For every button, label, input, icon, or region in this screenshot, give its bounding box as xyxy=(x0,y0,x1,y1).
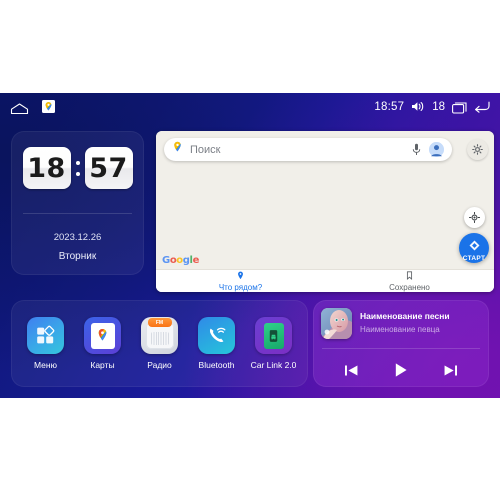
maps-icon xyxy=(84,317,121,354)
status-time: 18:57 xyxy=(374,100,405,113)
pin-icon xyxy=(237,271,244,282)
google-logo: Google xyxy=(162,255,199,266)
app-car-link-label: Car Link 2.0 xyxy=(250,360,297,370)
flip-clock: 18 57 xyxy=(11,147,144,189)
track-title: Наименование песни xyxy=(360,311,450,321)
maps-pin-icon xyxy=(172,141,183,159)
volume-icon[interactable] xyxy=(411,100,425,113)
clock-colon xyxy=(75,160,81,176)
map-search-placeholder: Поиск xyxy=(190,143,221,156)
app-bluetooth[interactable]: Bluetooth xyxy=(190,317,244,370)
bookmark-icon xyxy=(406,270,413,282)
music-controls xyxy=(313,356,489,384)
album-art xyxy=(321,308,352,339)
app-radio[interactable]: FM Радио xyxy=(133,317,187,370)
car-link-icon xyxy=(255,317,292,354)
apps-panel: Меню Карты FM Радио Bluetooth Car Link 2… xyxy=(11,300,308,387)
map-bottom-tabs: Что рядом? Сохранено xyxy=(156,269,494,292)
clock-minutes: 57 xyxy=(84,147,133,189)
status-bar: 18:57 18 xyxy=(0,93,500,120)
music-player-widget[interactable]: Наименование песни Наименование певца xyxy=(313,300,489,387)
app-menu[interactable]: Меню xyxy=(19,317,73,370)
radio-icon: FM xyxy=(141,317,178,354)
home-icon[interactable] xyxy=(10,101,29,115)
map-search-bar[interactable]: Поиск xyxy=(164,138,452,161)
clock-date: 2023.12.26 xyxy=(53,232,102,243)
clock-widget[interactable]: 18 57 2023.12.26 Вторник xyxy=(11,131,144,275)
app-car-link[interactable]: Car Link 2.0 xyxy=(247,317,301,370)
menu-grid-icon xyxy=(27,317,64,354)
account-avatar-icon[interactable] xyxy=(429,142,444,157)
clock-divider xyxy=(23,213,132,214)
back-icon[interactable] xyxy=(474,100,490,113)
clock-hours: 18 xyxy=(22,147,71,189)
microphone-icon[interactable] xyxy=(412,143,421,156)
app-menu-label: Меню xyxy=(34,360,57,370)
google-maps-notification-icon[interactable] xyxy=(42,100,55,113)
start-button-label: СТАРТ xyxy=(462,255,486,262)
app-maps[interactable]: Карты xyxy=(76,317,130,370)
recents-icon[interactable] xyxy=(452,101,467,114)
tab-saved-label: Сохранено xyxy=(389,282,430,292)
tab-nearby[interactable]: Что рядом? xyxy=(156,270,325,292)
settings-gear-icon[interactable] xyxy=(467,139,488,160)
app-bluetooth-label: Bluetooth xyxy=(198,360,235,370)
radio-speaker-grille xyxy=(150,332,169,345)
clock-weekday: Вторник xyxy=(58,251,97,262)
tab-nearby-label: Что рядом? xyxy=(218,282,263,292)
tab-saved[interactable]: Сохранено xyxy=(325,270,494,292)
radio-fm-display: FM xyxy=(147,318,172,327)
track-artist: Наименование певца xyxy=(360,325,440,334)
locate-me-icon[interactable] xyxy=(464,207,485,228)
head-unit-screen: 18:57 18 18 57 2023.12.26 Вторник Поиск … xyxy=(0,93,500,398)
play-button[interactable] xyxy=(394,362,408,378)
google-maps-widget[interactable]: Поиск СТАРТ Google Что рядом? Сохранено xyxy=(156,131,494,292)
bluetooth-phone-icon xyxy=(198,317,235,354)
next-track-button[interactable] xyxy=(443,364,458,377)
start-navigation-button[interactable]: СТАРТ xyxy=(459,233,489,263)
app-radio-label: Радио xyxy=(147,360,172,370)
app-maps-label: Карты xyxy=(90,360,115,370)
previous-track-button[interactable] xyxy=(344,364,359,377)
volume-level: 18 xyxy=(432,100,445,113)
music-divider xyxy=(322,348,480,349)
